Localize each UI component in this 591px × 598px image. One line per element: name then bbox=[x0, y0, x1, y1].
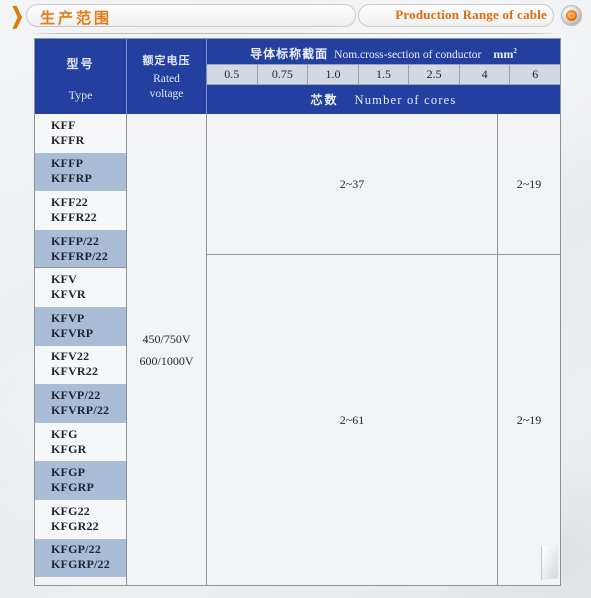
header-section-cn: 导体标称截面 bbox=[250, 47, 329, 61]
type-line-1: KFG bbox=[51, 426, 78, 441]
unit-base: mm bbox=[493, 47, 514, 61]
type-line-1: KFGP bbox=[51, 465, 86, 480]
type-line-2: KFGRP/22 bbox=[51, 557, 110, 572]
column-type: KFF KFFR KFFP KFFRP KFF22 KFFR22 KFFP/22… bbox=[35, 114, 127, 585]
header-cell-type: 型号 Type bbox=[35, 39, 127, 114]
type-line-2: KFVR bbox=[51, 287, 86, 302]
table-body: KFF KFFR KFFP KFFRP KFF22 KFFR22 KFFP/22… bbox=[35, 114, 560, 585]
type-line-2: KFGR bbox=[51, 441, 87, 456]
production-range-table: 型号 Type 额定电压 Rated voltage 导体标称截面 Nom.cro… bbox=[34, 38, 561, 586]
table-row[interactable]: KFG22 KFGR22 bbox=[35, 499, 126, 539]
unit-superscript: 2 bbox=[513, 47, 517, 55]
size-cell-0: 0.5 bbox=[207, 65, 258, 84]
company-logo-icon[interactable] bbox=[561, 5, 582, 26]
table-row[interactable]: KFFP/22 KFFRP/22 bbox=[35, 229, 126, 269]
size-cell-1: 0.75 bbox=[258, 65, 309, 84]
header-voltage-cn: 额定电压 bbox=[142, 54, 191, 67]
cores-value-lower-large-sections: 2~19 bbox=[498, 255, 560, 585]
header-cell-voltage: 额定电压 Rated voltage bbox=[127, 39, 207, 114]
page-title-en: Production Range of cable bbox=[395, 7, 547, 22]
header-cores: 芯数 Number of cores bbox=[207, 85, 560, 114]
type-line-1: KFF bbox=[51, 117, 76, 132]
voltage-line-2: 600/1000V bbox=[139, 353, 194, 368]
chevron-right-icon: ❯ bbox=[10, 3, 25, 28]
cores-value-upper-small-sections: 2~37 bbox=[207, 114, 498, 255]
table-row[interactable]: KFVP/22 KFVRP/22 bbox=[35, 384, 126, 423]
header-section-unit: mm2 bbox=[493, 47, 517, 61]
table-row[interactable]: KFVP KFVRP bbox=[35, 306, 126, 346]
type-line-1: KFFP/22 bbox=[51, 233, 100, 248]
banner-divider bbox=[30, 33, 560, 34]
header-type-en: Type bbox=[68, 88, 93, 102]
type-line-1: KFV22 bbox=[51, 349, 90, 364]
cores-block-upper: 2~37 2~19 bbox=[207, 114, 560, 256]
type-line-2: KFFR bbox=[51, 132, 85, 147]
type-line-2: KFVRP bbox=[51, 325, 94, 340]
cores-value-upper-large-sections: 2~19 bbox=[498, 114, 560, 255]
size-cell-3: 1.5 bbox=[359, 65, 410, 84]
size-cell-2: 1.0 bbox=[308, 65, 359, 84]
table-row[interactable]: KFFP KFFRP bbox=[35, 152, 126, 192]
type-line-2: KFFR22 bbox=[51, 209, 97, 224]
type-line-2: KFFRP/22 bbox=[51, 248, 108, 263]
header-cores-cn: 芯数 bbox=[310, 93, 339, 107]
header-cores-en: Number of cores bbox=[354, 93, 457, 107]
column-number-of-cores: 2~37 2~19 2~61 2~19 bbox=[207, 114, 560, 585]
column-rated-voltage: 450/750V 600/1000V bbox=[127, 114, 207, 585]
type-line-1: KFF22 bbox=[51, 194, 88, 209]
page-title-cn: 生产范围 bbox=[40, 9, 113, 27]
table-row[interactable]: KFF KFFR bbox=[35, 114, 126, 153]
type-line-2: KFGR22 bbox=[51, 518, 99, 533]
type-line-1: KFG22 bbox=[51, 503, 90, 518]
type-line-1: KFGP/22 bbox=[51, 542, 102, 557]
type-line-1: KFVP/22 bbox=[51, 387, 101, 402]
header-section-title: 导体标称截面 Nom.cross-section of conductor mm2 bbox=[207, 39, 560, 64]
type-line-2: KFGRP bbox=[51, 480, 94, 495]
table-row[interactable]: KFGP/22 KFGRP/22 bbox=[35, 538, 126, 578]
type-line-1: KFV bbox=[51, 272, 77, 287]
cores-value-lower-small-sections: 2~61 bbox=[207, 255, 498, 585]
table-row[interactable]: KFV22 KFVR22 bbox=[35, 345, 126, 385]
size-cell-5: 4 bbox=[460, 65, 511, 84]
table-row[interactable]: KFV KFVR bbox=[35, 268, 126, 307]
table-header: 型号 Type 额定电压 Rated voltage 导体标称截面 Nom.cro… bbox=[35, 39, 560, 114]
type-line-1: KFFP bbox=[51, 156, 84, 171]
header-cell-section: 导体标称截面 Nom.cross-section of conductor mm2 … bbox=[207, 39, 560, 114]
size-cell-4: 2.5 bbox=[409, 65, 460, 84]
page-banner: ❯ 生产范围 Production Range of cable bbox=[0, 0, 591, 34]
type-line-1: KFVP bbox=[51, 310, 85, 325]
header-section-en: Nom.cross-section of conductor bbox=[334, 49, 482, 61]
header-voltage-en-1: Rated bbox=[153, 73, 180, 85]
header-type-cn: 型号 bbox=[66, 57, 95, 71]
table-row[interactable]: KFGP KFGRP bbox=[35, 461, 126, 500]
logo-inner-mark bbox=[566, 10, 577, 21]
voltage-line-1: 450/750V bbox=[142, 331, 191, 346]
table-row[interactable]: KFG KFGR bbox=[35, 422, 126, 462]
type-line-2: KFVRP/22 bbox=[51, 402, 110, 417]
size-header-row: 0.5 0.75 1.0 1.5 2.5 4 6 bbox=[207, 64, 560, 85]
type-line-2: KFFRP bbox=[51, 171, 92, 186]
header-voltage-en-2: voltage bbox=[149, 88, 184, 100]
cores-block-lower: 2~61 2~19 bbox=[207, 255, 560, 585]
size-cell-6: 6 bbox=[532, 67, 539, 81]
type-line-2: KFVR22 bbox=[51, 364, 99, 379]
table-row[interactable]: KFF22 KFFR22 bbox=[35, 191, 126, 230]
